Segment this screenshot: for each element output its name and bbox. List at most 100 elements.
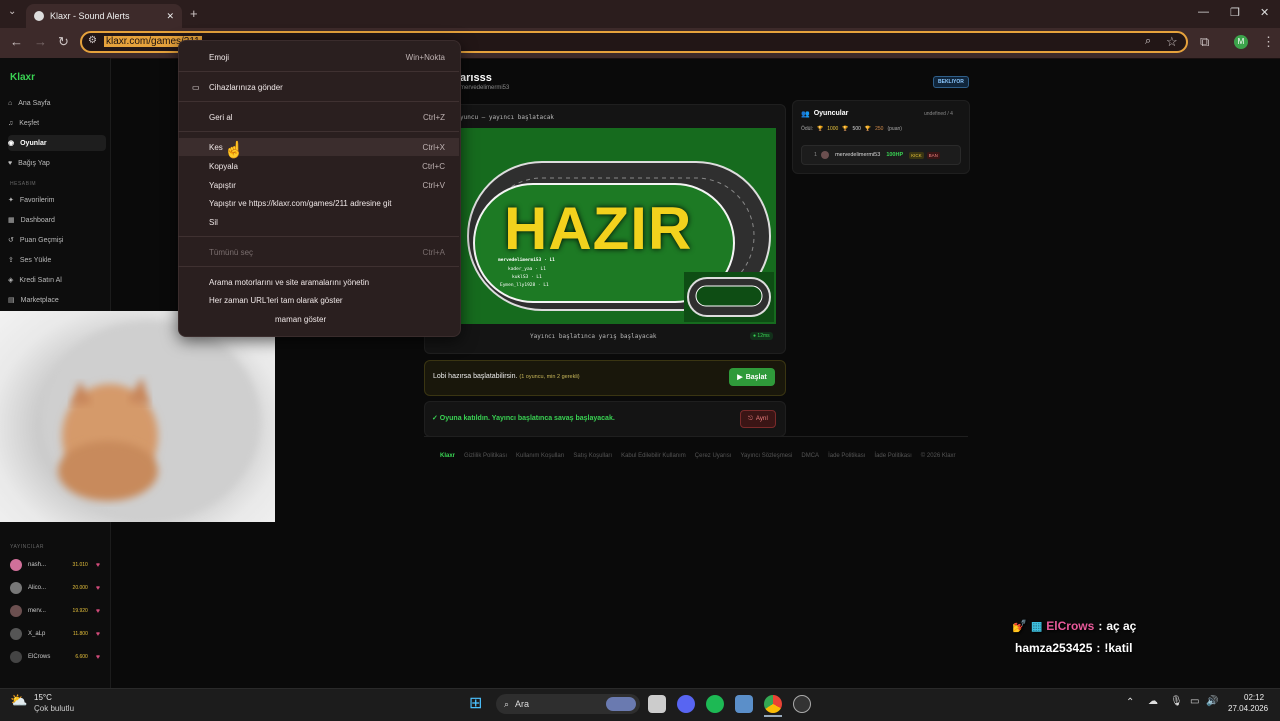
avatar — [10, 628, 22, 640]
obs-icon[interactable] — [793, 695, 811, 713]
home-icon: ⌂ — [8, 99, 13, 107]
zoom-search-icon[interactable]: ⌕ — [1145, 35, 1151, 48]
sidebar-logo[interactable]: Klaxr — [10, 72, 35, 83]
menu-item-copy[interactable]: Kopyala Ctrl+C — [178, 157, 459, 175]
avatar — [10, 559, 22, 571]
clock-date[interactable]: 27.04.2026 — [1228, 704, 1268, 713]
menu-kebab-icon[interactable]: ⋮ — [1262, 34, 1275, 50]
tab-title: Klaxr - Sound Alerts — [50, 11, 130, 21]
sidebar-item-games[interactable]: ◉ Oyunlar — [8, 135, 106, 151]
active-app-indicator — [764, 715, 782, 717]
menu-item-emoji[interactable]: Emoji Win+Nokta — [178, 48, 459, 66]
volume-icon[interactable]: 🔊 — [1206, 696, 1218, 707]
sidebar-item-upload-sound[interactable]: ⇪ Ses Yükle — [8, 252, 106, 268]
task-view-icon[interactable] — [648, 695, 666, 713]
microphone-icon[interactable]: 🎙 — [1170, 696, 1183, 707]
profile-avatar[interactable]: M — [1234, 35, 1248, 49]
weather-cloud-icon[interactable]: ⛅ — [10, 692, 27, 709]
streamer-row[interactable]: merv... 19.920 ♥ — [10, 604, 100, 618]
tab-close-icon[interactable]: ✕ — [166, 11, 174, 22]
avatar — [10, 582, 22, 594]
players-title: 👥 Oyuncular — [801, 110, 849, 118]
credit-icon: ◈ — [8, 277, 14, 284]
weather-desc: Çok bulutlu — [34, 704, 75, 713]
menu-separator — [178, 131, 459, 132]
sidebar-item-points-history[interactable]: ↺ Puan Geçmişi — [8, 232, 106, 248]
site-info-icon[interactable]: ⚙ — [88, 35, 97, 46]
menu-item-undo[interactable]: Geri al Ctrl+Z — [178, 108, 459, 126]
heart-icon[interactable]: ♥ — [96, 608, 100, 615]
start-button[interactable]: ▶ Başlat — [729, 368, 775, 386]
bookmark-star-icon[interactable]: ☆ — [1166, 34, 1178, 50]
ban-button[interactable]: BAN — [926, 151, 940, 159]
menu-item-delete[interactable]: Sil — [178, 213, 459, 231]
game-title: arısss — [460, 72, 492, 84]
menu-separator — [178, 236, 459, 237]
music-icon: ♫ — [8, 119, 14, 127]
menu-item-send-to-devices[interactable]: ▭ Cihazlarınıza gönder — [178, 78, 459, 96]
heart-icon[interactable]: ♥ — [96, 654, 100, 661]
menu-item-manage-search-engines[interactable]: Arama motorlarını ve site aramalarını yö… — [178, 273, 459, 291]
play-icon: ▶ — [737, 374, 743, 381]
joined-message: ✓ Oyuna katıldın. Yayıncı başlatınca sav… — [432, 415, 615, 422]
game-host: mervedelimermi53 — [460, 85, 510, 91]
reload-icon[interactable]: ↻ — [58, 34, 69, 50]
leave-button[interactable]: ⎋ Ayrıl — [740, 410, 776, 428]
footer-divider — [424, 436, 968, 437]
menu-item-paste[interactable]: Yapıştır Ctrl+V — [178, 176, 459, 194]
heart-icon[interactable]: ♥ — [96, 585, 100, 592]
account-section-title: HESABIM — [10, 181, 37, 187]
menu-item-paste-and-go[interactable]: Yapıştır ve https://klaxr.com/games/211 … — [178, 194, 459, 212]
streamer-row[interactable]: Alico... 20.000 ♥ — [10, 581, 100, 595]
gamepad-icon: ◉ — [8, 140, 15, 147]
search-icon: ⌕ — [504, 698, 510, 709]
streamer-row[interactable]: ElCrows 6.600 ♥ — [10, 650, 100, 664]
streamer-row[interactable]: X_aLp 11.800 ♥ — [10, 627, 100, 641]
chrome-icon[interactable] — [764, 695, 782, 713]
menu-item-show-full-urls[interactable]: Her zaman URL'leri tam olarak göster — [178, 291, 459, 309]
app-icon[interactable] — [735, 695, 753, 713]
webcam-overlay — [0, 311, 275, 522]
clock-time[interactable]: 02:12 — [1244, 693, 1264, 702]
menu-item-partial[interactable]: maman göster — [275, 310, 459, 328]
players-count: undefined / 4 — [924, 111, 953, 117]
tray-chevron-icon[interactable]: ⌃ — [1126, 697, 1134, 708]
kitten-image — [40, 321, 260, 521]
taskbar-search[interactable]: ⌕ Ara — [496, 694, 640, 714]
browser-tab[interactable]: Klaxr - Sound Alerts ✕ — [26, 4, 182, 28]
extensions-icon[interactable]: ⧉ — [1200, 34, 1209, 50]
back-icon[interactable]: ← — [10, 34, 23, 49]
sidebar-item-dashboard[interactable]: ▦ Dashboard — [8, 212, 106, 228]
kick-button[interactable]: KICK — [909, 151, 924, 159]
discord-icon[interactable] — [677, 695, 695, 713]
forward-icon[interactable]: → — [34, 34, 47, 49]
history-icon: ↺ — [8, 237, 14, 244]
trophy-silver-icon: 🏆 — [842, 126, 849, 132]
heart-icon[interactable]: ♥ — [96, 631, 100, 638]
sidebar-item-home[interactable]: ⌂ Ana Sayfa — [8, 95, 106, 111]
minimize-icon[interactable]: — — [1198, 6, 1209, 18]
heart-icon[interactable]: ♥ — [96, 562, 100, 569]
sidebar-item-buy-credit[interactable]: ◈ Kredi Satın Al — [8, 272, 106, 288]
onedrive-icon[interactable]: ☁ — [1148, 696, 1158, 707]
menu-item-select-all[interactable]: Tümünü seç Ctrl+A — [178, 243, 459, 261]
tab-list-icon[interactable]: ⌄ — [8, 6, 16, 17]
network-icon[interactable]: ▭ — [1190, 696, 1199, 707]
lobby-caption: yuncu — yayıncı başlatacak — [460, 114, 554, 121]
sidebar-item-explore[interactable]: ♫ Keşfet — [8, 115, 106, 131]
sidebar-item-favorites[interactable]: ✦ Favorilerim — [8, 192, 106, 208]
maximize-icon[interactable]: ❐ — [1230, 6, 1240, 19]
new-tab-icon[interactable]: + — [190, 6, 198, 21]
streamer-row[interactable]: nash... 31.010 ♥ — [10, 558, 100, 572]
avatar — [821, 151, 830, 159]
grid-badge-icon: ▦ — [1030, 619, 1043, 633]
menu-item-cut[interactable]: Kes Ctrl+X — [178, 138, 459, 156]
sidebar-item-marketplace[interactable]: ▤ Marketplace — [8, 292, 106, 308]
devices-icon: ▭ — [192, 82, 200, 92]
spotify-icon[interactable] — [706, 695, 724, 713]
windows-start-icon[interactable]: ⊞ — [469, 695, 487, 713]
sidebar-item-donate[interactable]: ♥ Bağış Yap — [8, 155, 106, 171]
window-close-icon[interactable]: ✕ — [1260, 6, 1269, 19]
weather-temp: 15°C — [34, 693, 52, 702]
racer-label: kader_yaa · L1 — [508, 267, 546, 272]
